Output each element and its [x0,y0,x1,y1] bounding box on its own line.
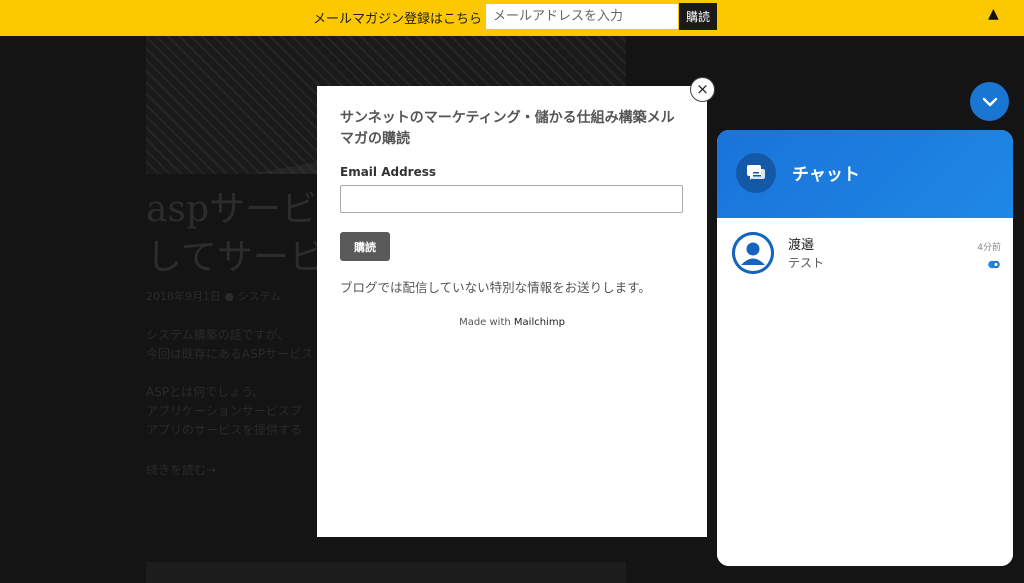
close-modal-button[interactable]: × [690,77,715,102]
chat-panel: チャット 渡邉 テスト 4分前 [717,130,1013,566]
read-more-link: 続きを読む→ [146,463,217,477]
chat-minimize-button[interactable] [970,82,1009,121]
mailchimp-link[interactable]: Mailchimp [514,317,565,328]
newsletter-email-input[interactable] [486,4,678,29]
article-meta: 2018年9月1日 ● システム [146,290,282,303]
email-field[interactable] [340,185,683,213]
conversation-time: 4分前 [977,243,1001,253]
avatar [732,232,774,274]
chat-bubbles-icon [736,153,776,193]
conversation-name: 渡邉 [788,238,815,253]
newsletter-bar: メールマガジン登録はこちら 購読 ▲ [0,0,1024,36]
modal-title: サンネットのマーケティング・儲かる仕組み構築メルマガの購読 [340,110,675,147]
newsletter-bar-text: メールマガジン登録はこちら [313,12,483,27]
made-with-text: Made with [459,317,511,328]
next-article-image [146,562,626,583]
modal-note: ブログでは配信していない特別な情報をお送りします。 [340,280,651,295]
chat-title: チャット [792,165,860,185]
conversation-message: テスト [788,256,825,270]
read-status-icon [988,260,1000,269]
conversation-item[interactable]: 渡邉 テスト 4分前 [717,218,1013,288]
subscribe-button[interactable]: 購読 [340,232,390,261]
article-excerpt: システム構築の話ですが、 今回は既存にあるASPサービス ASPとは何でしょう。… [146,328,314,437]
collapse-arrow-icon[interactable]: ▲ [988,6,999,22]
made-with-mailchimp[interactable]: Made with Mailchimp [317,317,707,328]
email-label: Email Address [340,165,437,179]
close-icon: × [696,80,709,98]
newsletter-subscribe-button[interactable]: 購読 [679,3,717,30]
chat-conversation-list: 渡邉 テスト 4分前 [717,218,1013,566]
chevron-down-icon [982,97,997,106]
chat-header: チャット [717,130,1013,218]
subscribe-modal: サンネットのマーケティング・儲かる仕組み構築メルマガの購読 Email Addr… [317,86,707,537]
